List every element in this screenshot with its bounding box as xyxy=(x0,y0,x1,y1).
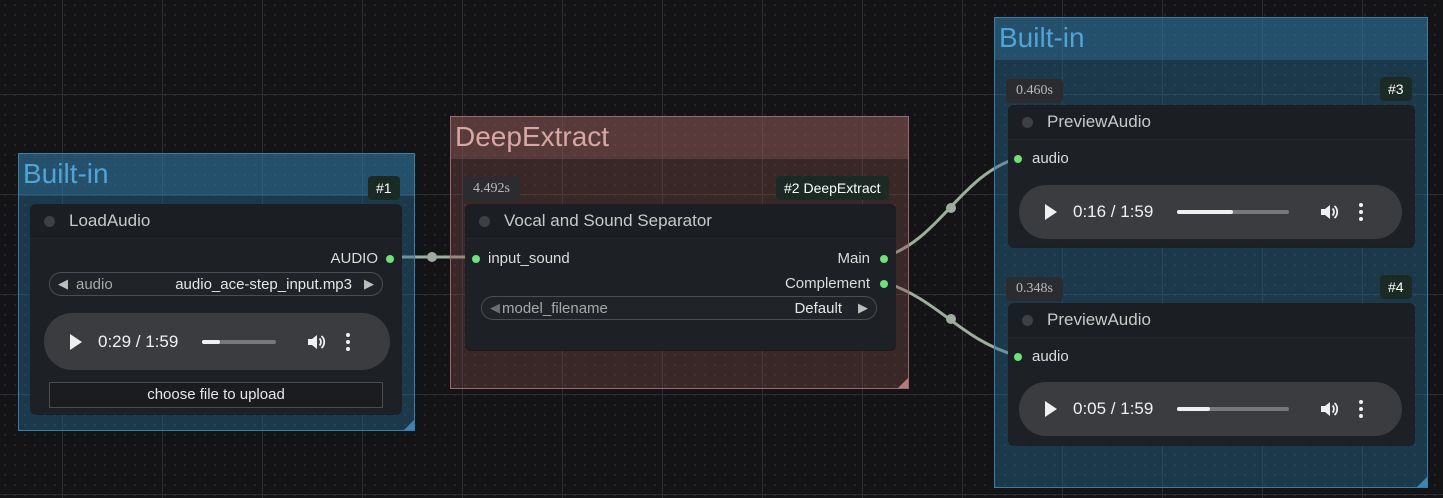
link-midpoint[interactable] xyxy=(427,252,437,262)
input-label: audio xyxy=(1032,150,1069,167)
node-title: Vocal and Sound Separator xyxy=(504,211,712,230)
arrow-right-icon[interactable]: ▶ xyxy=(850,300,876,316)
output-connector[interactable] xyxy=(386,254,394,263)
group-title[interactable]: Built-in xyxy=(995,18,1427,60)
seek-progress xyxy=(202,339,221,344)
group-title[interactable]: Built-in xyxy=(19,154,414,196)
play-icon[interactable] xyxy=(1045,401,1057,417)
collapse-toggle[interactable] xyxy=(1022,314,1033,326)
input-slot-audio[interactable]: audio xyxy=(1014,348,1069,365)
node-title: PreviewAudio xyxy=(1047,112,1151,131)
node-header[interactable]: PreviewAudio xyxy=(1008,105,1415,140)
player-time: 0:05 / 1:59 xyxy=(1073,399,1154,418)
play-icon[interactable] xyxy=(1045,204,1057,220)
input-connector[interactable] xyxy=(472,254,480,263)
more-vertical-icon[interactable] xyxy=(1359,400,1364,418)
upload-button[interactable]: choose file to upload xyxy=(49,382,383,408)
seek-progress xyxy=(1177,407,1210,411)
input-connector[interactable] xyxy=(1014,154,1022,163)
audio-player[interactable]: 0:05 / 1:59 xyxy=(1019,382,1402,436)
input-slot-input-sound[interactable]: input_sound xyxy=(472,250,570,267)
audio-player[interactable]: 0:29 / 1:59 xyxy=(44,313,390,370)
collapse-toggle[interactable] xyxy=(1022,116,1033,128)
execution-timer: 4.492s xyxy=(463,177,520,201)
execution-timer: 0.460s xyxy=(1006,79,1063,103)
input-slot-audio[interactable]: audio xyxy=(1014,150,1069,167)
volume-icon[interactable] xyxy=(1319,399,1339,419)
link-midpoint[interactable] xyxy=(946,203,956,213)
resize-handle[interactable] xyxy=(898,378,908,388)
execution-timer: 0.348s xyxy=(1006,277,1063,301)
input-connector[interactable] xyxy=(1014,352,1022,361)
arrow-right-icon[interactable]: ▶ xyxy=(356,276,382,292)
input-label: input_sound xyxy=(488,250,570,267)
preview-audio-node-3[interactable]: PreviewAudio audio 0:16 / 1:59 xyxy=(1008,105,1415,247)
audio-combo[interactable]: ◀ audio audio_ace-step_input.mp3 ▶ xyxy=(49,272,383,296)
collapse-toggle[interactable] xyxy=(479,215,490,227)
node-title: LoadAudio xyxy=(69,211,151,230)
output-connector[interactable] xyxy=(880,254,888,263)
node-id-badge: #4 xyxy=(1380,275,1412,299)
output-label: Complement xyxy=(784,275,870,292)
node-header[interactable]: LoadAudio xyxy=(30,204,402,239)
node-title: PreviewAudio xyxy=(1047,310,1151,329)
seek-progress xyxy=(1177,210,1234,214)
more-vertical-icon[interactable] xyxy=(346,332,351,351)
seek-bar[interactable] xyxy=(1177,210,1290,214)
input-label: audio xyxy=(1032,348,1069,365)
node-id-badge: #2 DeepExtract xyxy=(776,176,889,200)
collapse-toggle[interactable] xyxy=(44,215,55,227)
preview-audio-node-4[interactable]: PreviewAudio audio 0:05 / 1:59 xyxy=(1008,303,1415,445)
output-slot-audio[interactable]: AUDIO xyxy=(330,250,394,267)
player-time: 0:16 / 1:59 xyxy=(1073,202,1154,221)
node-header[interactable]: PreviewAudio xyxy=(1008,303,1415,338)
combo-value: Default xyxy=(794,299,842,317)
vocal-sound-separator-node[interactable]: Vocal and Sound Separator input_sound Ma… xyxy=(465,204,896,350)
model-filename-combo[interactable]: ◀ model_filename Default ▶ xyxy=(481,296,877,320)
more-vertical-icon[interactable] xyxy=(1359,203,1364,221)
output-slot-complement[interactable]: Complement xyxy=(785,275,888,292)
audio-player[interactable]: 0:16 / 1:59 xyxy=(1019,185,1402,239)
arrow-left-icon[interactable]: ◀ xyxy=(50,276,76,292)
load-audio-node[interactable]: LoadAudio AUDIO ◀ audio audio_ace-step_i… xyxy=(30,204,402,414)
volume-icon[interactable] xyxy=(1319,202,1339,222)
volume-icon[interactable] xyxy=(306,332,326,352)
node-id-badge: #1 xyxy=(368,176,400,200)
resize-handle[interactable] xyxy=(404,420,414,430)
play-icon[interactable] xyxy=(70,333,82,350)
node-id-badge: #3 xyxy=(1380,77,1412,101)
combo-label: model_filename xyxy=(502,299,608,317)
arrow-left-icon[interactable]: ◀ xyxy=(482,300,502,316)
node-header[interactable]: Vocal and Sound Separator xyxy=(465,204,896,239)
output-label: Main xyxy=(837,250,870,267)
seek-bar[interactable] xyxy=(202,339,277,344)
seek-bar[interactable] xyxy=(1177,407,1290,411)
link-midpoint[interactable] xyxy=(946,314,956,324)
output-label: AUDIO xyxy=(330,250,378,267)
player-time: 0:29 / 1:59 xyxy=(98,331,179,351)
resize-handle[interactable] xyxy=(1417,477,1427,487)
group-title[interactable]: DeepExtract xyxy=(451,117,908,159)
combo-label: audio xyxy=(76,275,113,293)
combo-value: audio_ace-step_input.mp3 xyxy=(175,275,352,293)
output-slot-main[interactable]: Main xyxy=(837,250,888,267)
output-connector[interactable] xyxy=(880,279,888,288)
